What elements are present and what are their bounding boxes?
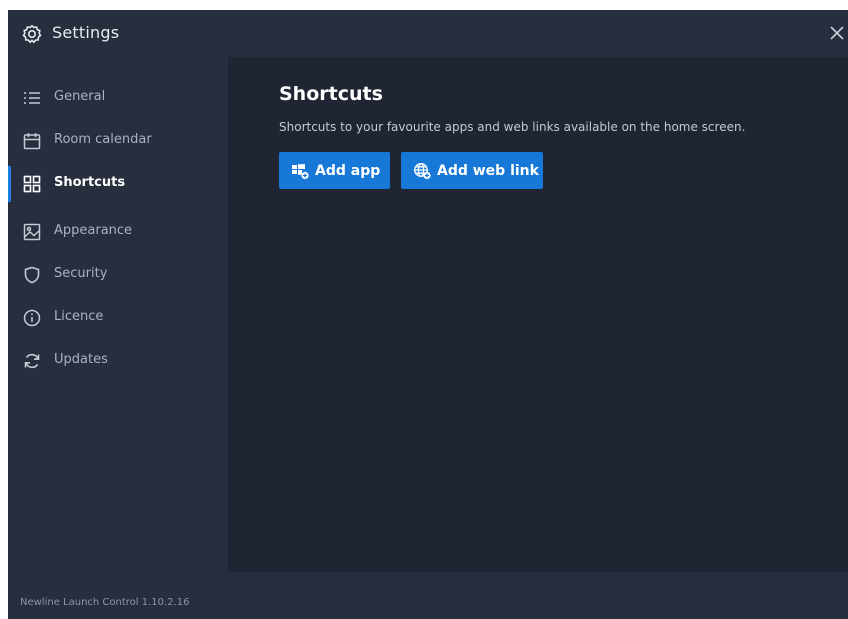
list-icon	[22, 88, 42, 108]
title-bar: Settings	[8, 10, 848, 57]
sidebar-item-label: Security	[54, 266, 108, 281]
sidebar-item-shortcuts[interactable]: Shortcuts	[8, 164, 228, 204]
sidebar-item-appearance[interactable]: Appearance	[8, 212, 228, 252]
info-icon	[22, 308, 42, 328]
close-icon[interactable]	[826, 22, 848, 44]
page-description: Shortcuts to your favourite apps and web…	[279, 120, 746, 134]
sidebar-item-updates[interactable]: Updates	[8, 341, 228, 381]
version-label: Newline Launch Control 1.10.2.16	[20, 597, 190, 608]
add-app-button[interactable]: Add app	[279, 152, 390, 189]
settings-window: Settings General Room calendar Shortcuts…	[8, 10, 848, 619]
shield-icon	[22, 265, 42, 285]
sidebar-item-room-calendar[interactable]: Room calendar	[8, 121, 228, 161]
gear-icon	[22, 24, 42, 44]
add-web-link-label: Add web link	[437, 162, 539, 179]
add-app-label: Add app	[315, 162, 381, 179]
sidebar-item-label: General	[54, 89, 106, 104]
sidebar: General Room calendar Shortcuts Appearan…	[8, 57, 228, 572]
sidebar-item-label: Shortcuts	[54, 175, 126, 190]
sidebar-item-security[interactable]: Security	[8, 255, 228, 295]
sidebar-item-label: Appearance	[54, 223, 133, 238]
add-web-link-button[interactable]: Add web link	[401, 152, 543, 189]
window-title: Settings	[52, 23, 120, 42]
footer: Newline Launch Control 1.10.2.16	[8, 572, 848, 619]
sidebar-item-label: Updates	[54, 352, 108, 367]
refresh-icon	[22, 351, 42, 371]
page-title: Shortcuts	[279, 83, 383, 105]
grid-icon	[22, 174, 42, 194]
add-web-link-icon	[413, 162, 431, 180]
main-content: Shortcuts Shortcuts to your favourite ap…	[228, 57, 848, 572]
sidebar-item-label: Room calendar	[54, 132, 152, 147]
sidebar-item-label: Licence	[54, 309, 104, 324]
sidebar-item-licence[interactable]: Licence	[8, 298, 228, 338]
add-app-icon	[291, 162, 309, 180]
image-icon	[22, 222, 42, 242]
calendar-icon	[22, 131, 42, 151]
active-indicator	[8, 166, 11, 202]
sidebar-item-general[interactable]: General	[8, 78, 228, 118]
